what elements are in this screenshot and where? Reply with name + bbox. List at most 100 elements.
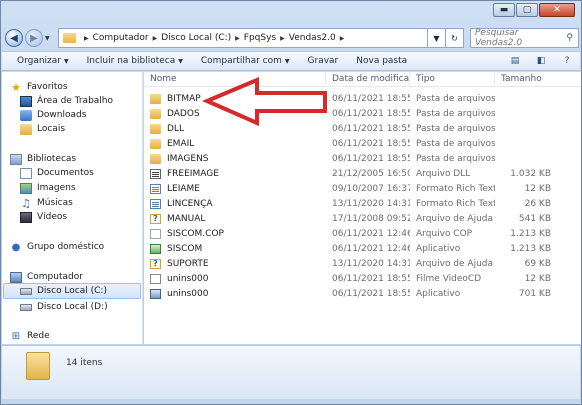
file-type: Pasta de arquivos: [416, 93, 495, 104]
file-row[interactable]: DLL 06/11/2021 18:55 Pasta de arquivos: [144, 121, 581, 136]
gravar-button[interactable]: Gravar: [299, 56, 348, 66]
file-row[interactable]: ? SUPORTE 13/11/2020 14:31 Arquivo de Ajuda…: [144, 256, 581, 271]
file-size: 701 KB: [518, 288, 551, 299]
breadcrumb-separator[interactable]: ▶: [235, 35, 240, 42]
breadcrumb-separator[interactable]: ▶: [84, 35, 89, 42]
sidebar-downloads[interactable]: Downloads: [20, 108, 86, 122]
sidebar-videos[interactable]: Vídeos: [20, 210, 67, 224]
sidebar-imagens[interactable]: Imagens: [20, 181, 76, 195]
folder-icon: [20, 123, 32, 135]
music-icon: ♫: [21, 196, 31, 210]
file-row[interactable]: SISCOM.COP 06/11/2021 12:46 Arquivo COP 1.2…: [144, 226, 581, 241]
sidebar-area-de-trabalho[interactable]: Área de Trabalho: [20, 94, 113, 108]
breadcrumb-vendas[interactable]: Vendas2.0: [289, 33, 336, 43]
sidebar-locais[interactable]: Locais: [20, 122, 65, 136]
file-row[interactable]: IMAGENS 06/11/2021 18:55 Pasta de arquivos: [144, 151, 581, 166]
help-file-icon: ?: [150, 213, 161, 224]
file-size: 69 KB: [524, 258, 551, 269]
file-type: Pasta de arquivos: [416, 108, 495, 119]
incluir-biblioteca-button[interactable]: Incluir na biblioteca ▼: [78, 56, 192, 66]
nova-pasta-button[interactable]: Nova pasta: [347, 56, 416, 66]
file-row[interactable]: unins000 06/11/2021 18:55 Filme VideoCD 12 …: [144, 271, 581, 286]
minimize-button[interactable]: ▬: [493, 3, 515, 17]
sidebar-disco-local-c[interactable]: Disco Local (C:): [3, 283, 141, 299]
forward-button[interactable]: ▶: [25, 29, 43, 47]
sidebar-grupo-domestico[interactable]: ● Grupo doméstico: [10, 240, 105, 254]
libraries-icon: [10, 153, 22, 165]
sidebar-documentos[interactable]: Documentos: [20, 166, 94, 180]
file-date: 06/11/2021 12:46: [332, 243, 410, 254]
file-row[interactable]: unins000 06/11/2021 18:55 Aplicativo 701 KB: [144, 286, 581, 301]
file-type: Formato Rich Text: [416, 198, 495, 209]
maximize-button[interactable]: ▢: [516, 3, 538, 17]
compartilhar-button[interactable]: Compartilhar com ▼: [192, 56, 299, 66]
pictures-icon: [20, 182, 32, 194]
file-name: MANUAL: [167, 213, 206, 224]
recent-pages-dropdown[interactable]: ▼: [45, 35, 54, 42]
breadcrumb-separator[interactable]: ▶: [280, 35, 285, 42]
navigation-pane: ★ Favoritos Área de Trabalho Downloads Lo…: [2, 72, 143, 344]
file-row[interactable]: BITMAP 06/11/2021 18:55 Pasta de arquivos: [144, 91, 581, 106]
refresh-button[interactable]: ↻: [446, 28, 464, 48]
command-bar: Organizar ▼ Incluir na biblioteca ▼ Compar…: [2, 51, 580, 71]
help-icon[interactable]: ?: [559, 54, 575, 68]
file-row[interactable]: ? MANUAL 17/11/2008 09:52 Arquivo de Ajuda …: [144, 211, 581, 226]
sidebar-bibliotecas[interactable]: Bibliotecas: [10, 152, 76, 166]
file-row[interactable]: DADOS 06/11/2021 18:55 Pasta de arquivos: [144, 106, 581, 121]
file-name: DLL: [167, 123, 184, 134]
organizar-button[interactable]: Organizar ▼: [8, 56, 78, 66]
breadcrumb-separator[interactable]: ▶: [340, 35, 345, 42]
column-header-tipo[interactable]: Tipo: [410, 72, 495, 87]
file-name: IMAGENS: [167, 153, 209, 164]
file-row[interactable]: LINCENÇA 13/11/2020 14:31 Formato Rich Tex…: [144, 196, 581, 211]
preview-pane-icon[interactable]: ◧: [533, 54, 549, 68]
computer-icon: [10, 271, 22, 283]
file-date: 06/11/2021 12:46: [332, 228, 410, 239]
folder-icon: [63, 33, 76, 43]
file-type: Arquivo COP: [416, 228, 473, 239]
exe-file-icon: [150, 288, 161, 299]
file-date: 06/11/2021 18:55: [332, 108, 410, 119]
downloads-icon: [20, 109, 32, 121]
file-name: LEIAME: [167, 183, 200, 194]
address-dropdown-button[interactable]: ▼: [428, 28, 446, 48]
title-bar: ▬ ▢ ✕: [1, 1, 581, 25]
sidebar-rede[interactable]: ⊞ Rede: [10, 329, 50, 343]
file-row[interactable]: SISCOM 06/11/2021 12:46 Aplicativo 1.213 KB: [144, 241, 581, 256]
close-button[interactable]: ✕: [539, 3, 575, 17]
details-pane: 14 itens: [2, 345, 580, 399]
view-options-icon[interactable]: ▤: [507, 54, 523, 68]
sidebar-favoritos[interactable]: ★ Favoritos: [10, 80, 68, 94]
breadcrumb-disco-local-c[interactable]: Disco Local (C:): [161, 33, 231, 43]
sidebar-computador[interactable]: Computador: [10, 270, 83, 284]
column-header-nome[interactable]: Nome: [144, 72, 326, 87]
column-header-tamanho[interactable]: Tamanho: [495, 72, 555, 87]
sidebar-disco-local-d[interactable]: Disco Local (D:): [20, 300, 108, 314]
cop-file-icon: [150, 228, 161, 239]
file-name: EMAIL: [167, 138, 195, 149]
search-input[interactable]: Pesquisar Vendas2.0 ⚲: [470, 28, 579, 48]
address-bar[interactable]: ▶ Computador ▶ Disco Local (C:) ▶ FpqSys…: [58, 28, 428, 48]
file-name: LINCENÇA: [167, 198, 213, 209]
back-button[interactable]: ◀: [5, 29, 23, 47]
file-row[interactable]: LEIAME 09/10/2007 16:37 Formato Rich Text 1…: [144, 181, 581, 196]
videos-icon: [20, 211, 32, 223]
column-headers: Nome Data de modificaç... Tipo Tamanho: [144, 72, 581, 87]
sidebar-musicas[interactable]: ♫ Músicas: [20, 196, 73, 210]
file-row[interactable]: FREEIMAGE 21/12/2005 16:50 Arquivo DLL 1.03…: [144, 166, 581, 181]
search-icon[interactable]: ⚲: [561, 33, 578, 43]
breadcrumb-computador[interactable]: Computador: [93, 33, 149, 43]
file-size: 26 KB: [524, 198, 551, 209]
folder-icon: [150, 108, 161, 119]
breadcrumb-separator[interactable]: ▶: [153, 35, 158, 42]
file-rows: BITMAP 06/11/2021 18:55 Pasta de arquivos D…: [144, 91, 581, 301]
column-header-data[interactable]: Data de modificaç...: [326, 72, 410, 87]
file-type: Arquivo DLL: [416, 168, 471, 179]
breadcrumb-fpqsys[interactable]: FpqSys: [244, 33, 276, 43]
vcd-file-icon: [150, 273, 161, 284]
file-date: 06/11/2021 18:55: [332, 153, 410, 164]
file-row[interactable]: EMAIL 06/11/2021 18:55 Pasta de arquivos: [144, 136, 581, 151]
file-name: SISCOM.COP: [167, 228, 224, 239]
file-name: FREEIMAGE: [167, 168, 219, 179]
file-type: Pasta de arquivos: [416, 153, 495, 164]
